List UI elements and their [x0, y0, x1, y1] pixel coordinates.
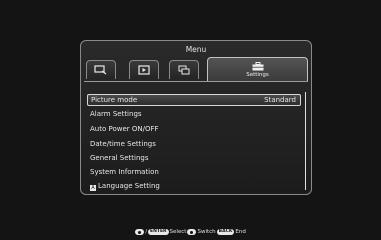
dpad-switch-icon [187, 229, 197, 235]
menu-title: Menu [185, 45, 207, 54]
menu-item-date-time[interactable]: Date/time Settings [87, 138, 301, 150]
menu-item-label: System Information [90, 168, 159, 176]
footer-separator: / [145, 229, 148, 235]
copy-icon [178, 65, 190, 75]
dpad-icon [135, 229, 145, 235]
menu-item-label: Alarm Settings [90, 110, 142, 118]
menu-item-alarm-settings[interactable]: Alarm Settings [87, 108, 301, 120]
tab-settings-label: Settings [246, 71, 269, 78]
footer-select-text: Select [169, 229, 187, 235]
menu-item-auto-power[interactable]: Auto Power ON/OFF [87, 123, 301, 135]
menu-item-label: Auto Power ON/OFF [90, 125, 159, 133]
menu-item-label: Language Setting [98, 182, 160, 190]
menu-item-language-setting[interactable]: A Language Setting [87, 180, 301, 192]
tab-copy[interactable] [169, 60, 199, 79]
tab-playback[interactable] [129, 60, 159, 79]
menu-item-value: Standard [264, 96, 296, 104]
menu-panel: Menu Settings Picture mode Standard Alar… [80, 40, 312, 195]
footer-switch-text: Switch [197, 229, 216, 235]
tab-settings[interactable]: Settings [207, 57, 308, 81]
slideshow-icon [94, 65, 107, 75]
menu-item-label: Date/time Settings [90, 140, 156, 148]
back-key-icon: BACK [216, 229, 235, 235]
menu-item-label: Picture mode [91, 96, 138, 104]
scrollbar[interactable] [304, 92, 306, 190]
menu-item-general-settings[interactable]: General Settings [87, 152, 301, 164]
menu-item-system-information[interactable]: System Information [87, 166, 301, 178]
tab-slideshow[interactable] [86, 60, 116, 79]
playback-icon [138, 65, 150, 75]
enter-key-icon: ENTER [148, 229, 169, 235]
menu-item-label: General Settings [90, 154, 149, 162]
footer-help: / ENTER Select Switch BACK End [0, 227, 381, 237]
menu-item-picture-mode[interactable]: Picture mode Standard [87, 94, 301, 106]
toolbox-icon [252, 61, 263, 70]
footer-end-text: End [235, 229, 246, 235]
language-badge-icon: A [90, 184, 96, 191]
